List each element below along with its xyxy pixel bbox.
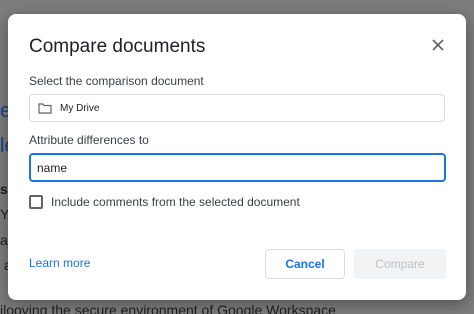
attribute-differences-label: Attribute differences to bbox=[29, 133, 149, 147]
background-text-fragment: ilooving the secure environment of Googl… bbox=[0, 302, 336, 314]
background-text-fragment: s bbox=[0, 181, 8, 197]
close-icon bbox=[432, 39, 444, 51]
compare-documents-dialog: Compare documents Select the comparison … bbox=[8, 14, 466, 300]
attribute-name-input[interactable] bbox=[29, 153, 446, 182]
close-button[interactable] bbox=[428, 35, 448, 55]
dialog-title: Compare documents bbox=[29, 36, 206, 57]
select-document-label: Select the comparison document bbox=[29, 74, 204, 88]
compare-button[interactable]: Compare bbox=[354, 249, 446, 279]
document-picker[interactable]: My Drive bbox=[29, 94, 445, 122]
include-comments-checkbox[interactable] bbox=[29, 195, 43, 209]
learn-more-link[interactable]: Learn more bbox=[29, 256, 90, 270]
include-comments-label: Include comments from the selected docum… bbox=[51, 195, 300, 209]
include-comments-row: Include comments from the selected docum… bbox=[29, 195, 300, 209]
folder-icon bbox=[38, 102, 52, 114]
cancel-button[interactable]: Cancel bbox=[265, 249, 345, 279]
selected-document-name: My Drive bbox=[60, 102, 100, 114]
